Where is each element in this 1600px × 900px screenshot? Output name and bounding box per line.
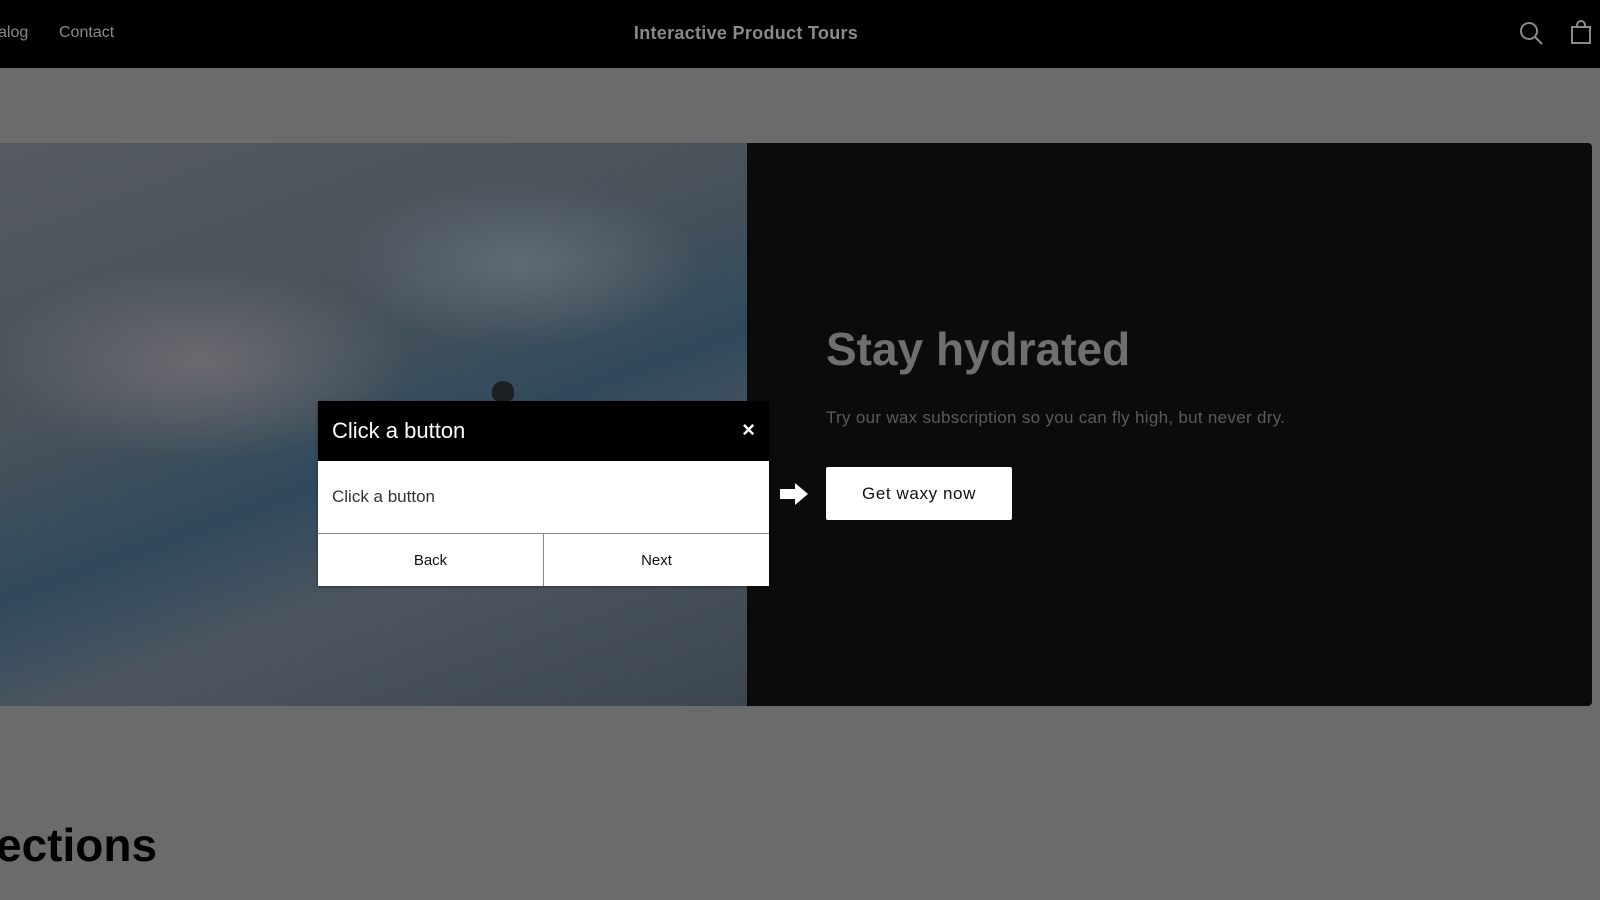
site-brand[interactable]: Interactive Product Tours xyxy=(0,23,1492,44)
snowboarder-figure xyxy=(492,381,514,401)
tour-title: Click a button xyxy=(332,418,466,443)
search-icon[interactable] xyxy=(1518,20,1544,46)
tour-header: Click a button × xyxy=(318,401,769,461)
get-waxy-button[interactable]: Get waxy now xyxy=(826,467,1012,520)
header-nav: alog Contact Interactive Product Tours xyxy=(0,0,1600,68)
arrow-right-icon xyxy=(780,483,808,505)
section-heading: ections xyxy=(0,819,158,871)
close-icon[interactable]: × xyxy=(742,417,755,443)
tour-popover: Click a button × Click a button Back Nex… xyxy=(318,401,769,586)
hero-banner: Stay hydrated Try our wax subscription s… xyxy=(0,143,1592,706)
hero-title: Stay hydrated xyxy=(826,323,1131,375)
back-button[interactable]: Back xyxy=(318,534,543,586)
tour-body: Click a button xyxy=(318,461,769,534)
next-button[interactable]: Next xyxy=(543,534,769,586)
cart-icon[interactable] xyxy=(1568,20,1594,46)
hero-subtitle: Try our wax subscription so you can fly … xyxy=(826,408,1286,427)
